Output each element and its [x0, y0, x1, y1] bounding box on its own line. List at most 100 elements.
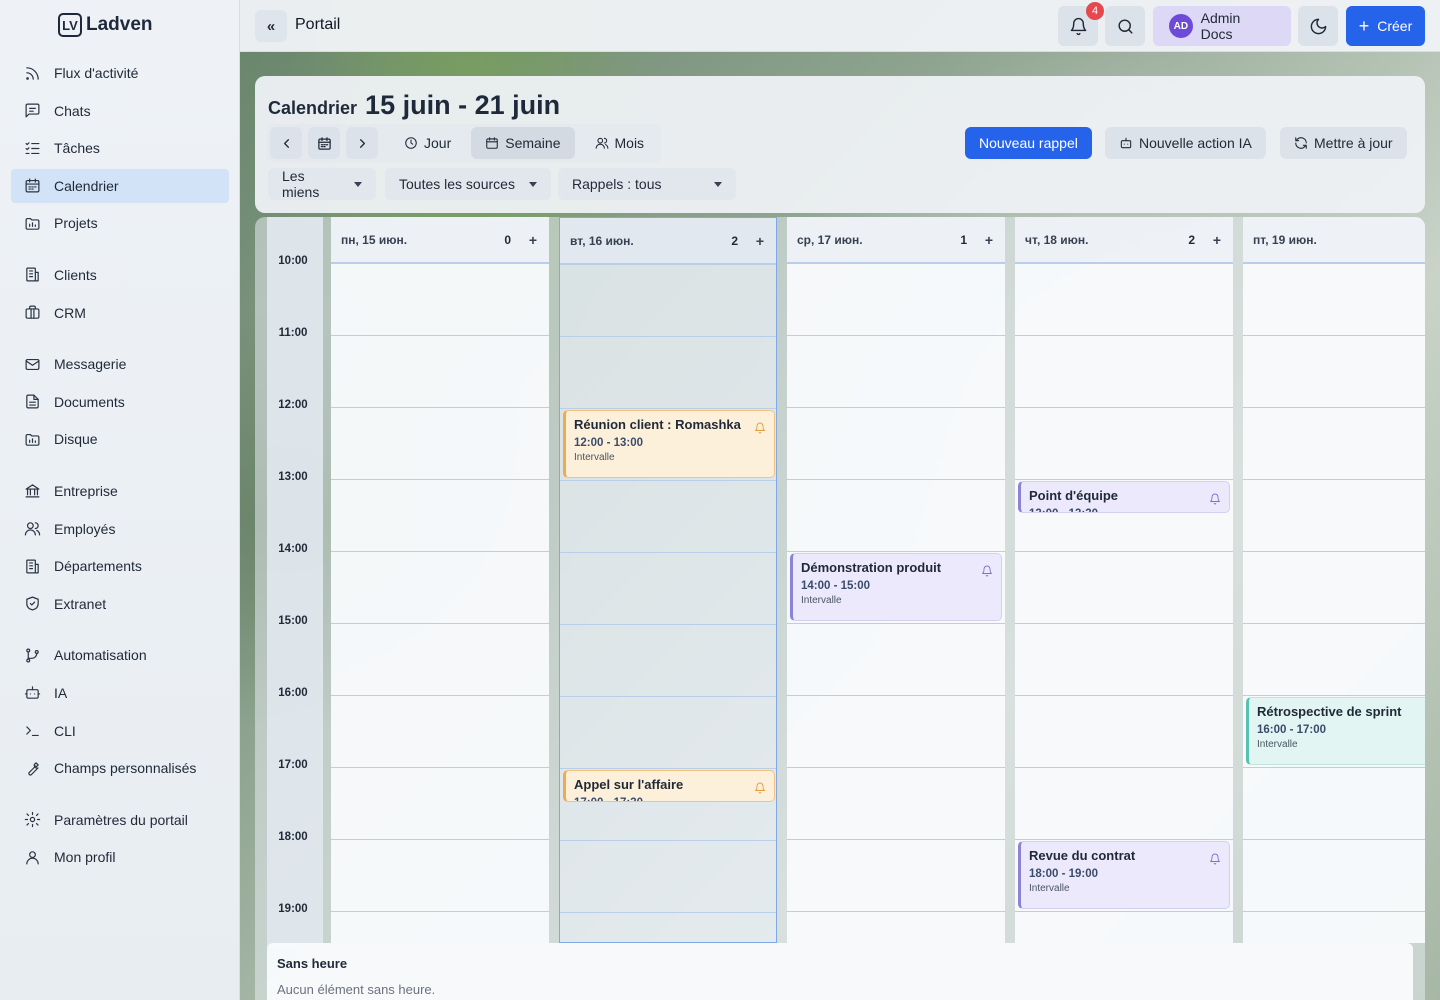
- no-time-section: Sans heure Aucun élément sans heure.: [267, 943, 1413, 1000]
- sidebar-item-ia[interactable]: IA: [11, 676, 229, 710]
- event-type: Intervalle: [1257, 739, 1298, 750]
- sidebar-item-parametres-du-portail[interactable]: Paramètres du portail: [11, 803, 229, 837]
- sidebar-item-calendrier[interactable]: Calendrier: [11, 168, 229, 203]
- calendar-event[interactable]: Appel sur l'affaire17:00 - 17:30Interval…: [563, 770, 775, 802]
- no-time-empty-text: Aucun élément sans heure.: [277, 982, 436, 997]
- calendar-event[interactable]: Point d'équipe13:00 - 13:30Intervalle: [1018, 481, 1230, 513]
- day-header: пн, 15 июн. 0 +: [331, 217, 549, 263]
- event-title: Point d'équipe: [1029, 488, 1119, 503]
- sidebar-item-label: CLI: [54, 722, 76, 739]
- create-label: Créer: [1377, 18, 1413, 34]
- day-column[interactable]: пн, 15 июн. 0 +: [331, 217, 549, 943]
- sidebar-item-champs-personnalises[interactable]: Champs personnalisés: [11, 751, 229, 785]
- calendar-event[interactable]: Revue du contrat 18:00 - 19:00 Intervalle: [1018, 841, 1230, 909]
- caret-down-icon: [714, 181, 722, 187]
- owner-filter-select[interactable]: Les miens: [268, 168, 376, 200]
- tab-month[interactable]: Mois: [581, 127, 659, 159]
- sidebar-item-chats[interactable]: Chats: [11, 94, 229, 128]
- sidebar-item-clients[interactable]: Clients: [11, 258, 229, 292]
- hour-gridline: [787, 911, 1005, 912]
- sidebar-item-entreprise[interactable]: Entreprise: [11, 474, 229, 508]
- new-ai-action-button[interactable]: Nouvelle action IA: [1105, 127, 1266, 159]
- sidebar-item-taches[interactable]: Tâches: [11, 131, 229, 165]
- calendar-event[interactable]: Rétrospective de sprint 16:00 - 17:00 Inte…: [1246, 697, 1425, 765]
- sidebar-item-cli[interactable]: CLI: [11, 714, 229, 748]
- sidebar-item-projets[interactable]: Projets: [11, 206, 229, 240]
- sidebar-item-label: CRM: [54, 304, 86, 321]
- day-column[interactable]: чт, 18 июн. 2 + Point d'équipe 13:00 - 13:30…: [1015, 217, 1233, 943]
- calendar-event[interactable]: Démonstration produit 14:00 - 15:00 Interv…: [790, 553, 1002, 621]
- sources-filter-select[interactable]: Toutes les sources: [385, 168, 551, 200]
- event-time: 18:00 - 19:00: [1029, 868, 1099, 880]
- refresh-button[interactable]: Mettre à jour: [1280, 127, 1407, 159]
- next-week-button[interactable]: [346, 127, 378, 159]
- bell-icon: [981, 564, 993, 577]
- sidebar-item-label: Paramètres du portail: [54, 811, 188, 828]
- sidebar-item-crm[interactable]: CRM: [11, 296, 229, 330]
- tab-week[interactable]: Semaine: [471, 127, 575, 159]
- tab-day-label: Jour: [424, 135, 452, 151]
- calendar-heading: Calendrier 15 juin - 21 juin: [268, 90, 560, 121]
- time-axis: 10:00 11:00 12:00 13:00 14:00 15:00 16:00 17:00…: [267, 217, 323, 947]
- new-reminder-button[interactable]: Nouveau rappel: [965, 127, 1092, 159]
- user-menu-button[interactable]: AD Admin Docs: [1153, 6, 1291, 46]
- previous-week-button[interactable]: [270, 127, 302, 159]
- day-column[interactable]: вт, 16 июн. 2 + Réunion client : Romashka 12…: [559, 217, 777, 943]
- hour-label: 16:00: [278, 687, 308, 699]
- theme-toggle-button[interactable]: [1298, 6, 1338, 46]
- hour-gridline: [787, 695, 1005, 696]
- new-ai-action-label: Nouvelle action IA: [1139, 135, 1252, 151]
- day-label: пт, 19 июн.: [1253, 232, 1317, 247]
- hour-label: 14:00: [278, 543, 308, 555]
- page-title: Portail: [295, 16, 341, 33]
- add-event-button[interactable]: +: [983, 232, 995, 248]
- shield-icon: [24, 595, 41, 612]
- today-button[interactable]: [308, 127, 340, 159]
- tab-day[interactable]: Jour: [390, 127, 465, 159]
- sidebar-item-automatisation[interactable]: Automatisation: [11, 638, 229, 672]
- sidebar-item-label: Extranet: [54, 595, 107, 612]
- bell-icon: [754, 421, 766, 434]
- sidebar-item-mon-profil[interactable]: Mon profil: [11, 840, 229, 874]
- event-type: Intervalle: [801, 595, 842, 606]
- search-button[interactable]: [1105, 6, 1145, 46]
- collapse-sidebar-button[interactable]: «: [255, 10, 287, 42]
- robot-icon: [24, 684, 41, 701]
- sidebar-item-flux-d-activite[interactable]: Flux d'activité: [11, 56, 229, 90]
- calendar-toolbar: Calendrier 15 juin - 21 juin Jour Semain…: [255, 76, 1425, 213]
- hour-gridline: [331, 623, 549, 624]
- hour-gridline: [1015, 407, 1233, 408]
- day-label: вт, 16 июн.: [570, 233, 634, 248]
- reminders-filter-select[interactable]: Rappels : tous: [558, 168, 736, 200]
- sidebar-item-disque[interactable]: Disque: [11, 422, 229, 456]
- logo-mark-icon: LV: [58, 13, 82, 37]
- add-event-button[interactable]: +: [527, 232, 539, 248]
- day-column[interactable]: ср, 17 июн. 1 + Démonstration produit 14:00 …: [787, 217, 1005, 943]
- hour-label: 10:00: [278, 255, 308, 267]
- sidebar-item-employes[interactable]: Employés: [11, 512, 229, 546]
- hour-label: 12:00: [278, 399, 308, 411]
- sidebar-item-label: Champs personnalisés: [54, 760, 197, 777]
- sidebar-item-extranet[interactable]: Extranet: [11, 587, 229, 621]
- calendar-event[interactable]: Réunion client : Romashka 12:00 - 13:00 In…: [563, 410, 775, 478]
- sidebar-item-documents[interactable]: Documents: [11, 385, 229, 419]
- sidebar-item-label: IA: [54, 684, 68, 701]
- sidebar-item-label: Projets: [54, 215, 98, 232]
- hour-gridline: [1015, 479, 1233, 480]
- add-event-button[interactable]: +: [1211, 232, 1223, 248]
- sidebar-item-messagerie[interactable]: Messagerie: [11, 347, 229, 381]
- sidebar-item-departements[interactable]: Départements: [11, 549, 229, 583]
- bell-icon: [1209, 492, 1221, 505]
- notifications-button[interactable]: 4: [1058, 2, 1104, 46]
- add-event-button[interactable]: +: [754, 233, 766, 249]
- event-time: 13:00 - 13:30: [1029, 508, 1221, 512]
- nav-group-separator: [11, 789, 229, 803]
- double-chevron-left-icon: «: [266, 17, 276, 35]
- reminders-filter-value: Rappels : tous: [572, 176, 662, 192]
- brand-logo[interactable]: LV Ladven: [58, 12, 153, 38]
- sidebar-item-label: Mon profil: [54, 849, 116, 866]
- create-button[interactable]: + Créer: [1346, 6, 1425, 46]
- hour-gridline: [787, 479, 1005, 480]
- day-column[interactable]: пт, 19 июн. Rétrospective de sprint 16:00 …: [1243, 217, 1425, 943]
- hour-gridline: [1243, 839, 1425, 840]
